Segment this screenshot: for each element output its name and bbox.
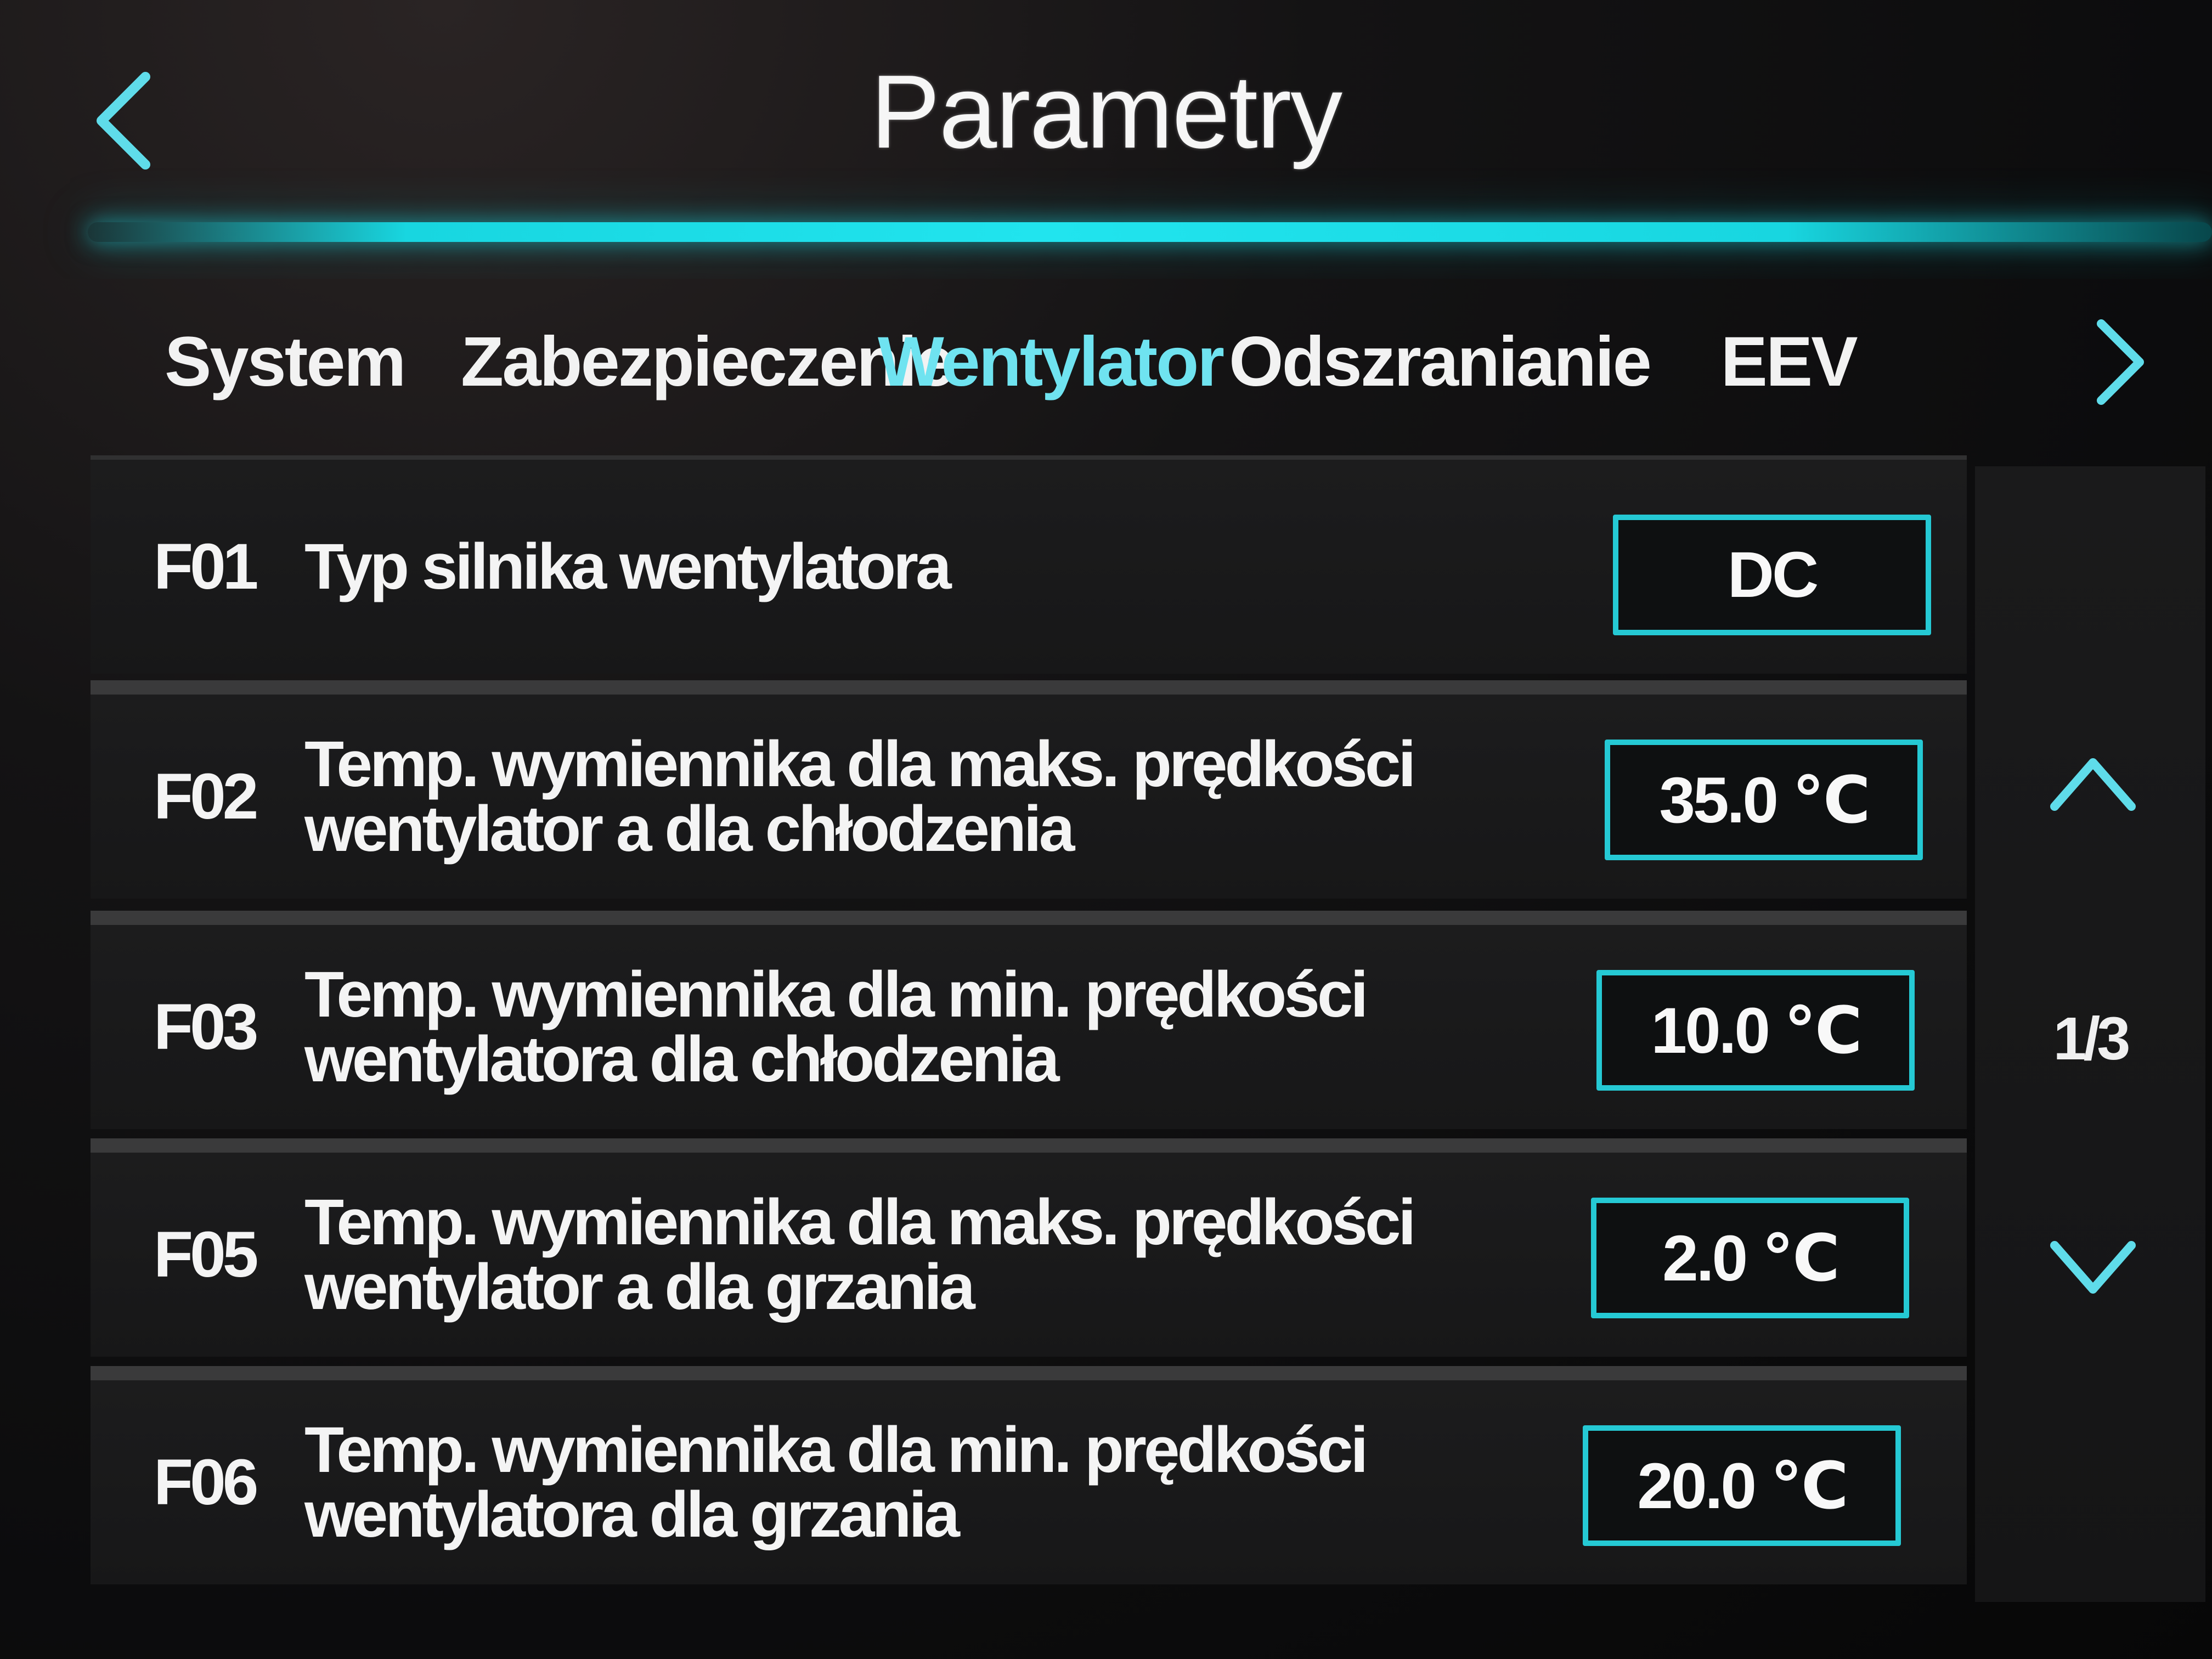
- parameter-label: Temp. wymiennika dla min. prędkości went…: [304, 1414, 1368, 1551]
- page-title: Parametry: [870, 54, 1342, 170]
- page-down-button[interactable]: [2044, 1234, 2142, 1306]
- parameter-label: Temp. wymiennika dla maks. prędkości wen…: [304, 728, 1416, 865]
- chevron-up-icon: [2050, 758, 2136, 811]
- parameter-row-f05: F05 Temp. wymiennika dla maks. prędkości…: [91, 1138, 1967, 1357]
- parameter-code: F01: [154, 531, 258, 603]
- parameter-label: Typ silnika wentylatora: [304, 531, 952, 603]
- parameter-code: F06: [154, 1446, 258, 1519]
- parameter-label: Temp. wymiennika dla min. prędkości went…: [304, 958, 1368, 1096]
- tabs-next-button[interactable]: [2079, 307, 2156, 417]
- chevron-right-icon: [2097, 319, 2144, 405]
- parameter-value-f03[interactable]: 10.0 ℃: [1596, 970, 1915, 1091]
- page-indicator: 1/3: [2053, 1005, 2131, 1073]
- chevron-down-icon: [2050, 1241, 2136, 1294]
- tab-odszranianie[interactable]: Odszranianie: [1229, 307, 1652, 417]
- screen: Parametry System Zabezpieczenie Wentylat…: [0, 0, 2212, 1659]
- parameter-value-f02[interactable]: 35.0 ℃: [1605, 740, 1923, 860]
- parameter-row-f02: F02 Temp. wymiennika dla maks. prędkości…: [91, 680, 1967, 899]
- parameter-row-f01: F01 Typ silnika wentylatora DC: [91, 455, 1967, 674]
- pager: 1/3: [1975, 466, 2205, 1602]
- parameter-code: F03: [154, 991, 258, 1063]
- tab-eev[interactable]: EEV: [1712, 307, 1865, 417]
- tab-wentylator[interactable]: Wentylator: [878, 307, 1224, 417]
- parameter-value-f05[interactable]: 2.0 ℃: [1591, 1198, 1909, 1318]
- tab-zabezpieczenie[interactable]: Zabezpieczenie: [461, 307, 955, 417]
- page-up-button[interactable]: [2044, 746, 2142, 817]
- parameter-label: Temp. wymiennika dla maks. prędkości wen…: [304, 1186, 1416, 1323]
- parameter-list: F01 Typ silnika wentylatora DC F02 Temp.…: [91, 455, 1967, 1607]
- tab-system[interactable]: System: [165, 307, 406, 417]
- parameter-value-f06[interactable]: 20.0 ℃: [1583, 1425, 1901, 1546]
- parameter-code: F02: [154, 760, 258, 833]
- parameter-row-f06: F06 Temp. wymiennika dla min. prędkości …: [91, 1366, 1967, 1584]
- parameter-value-f01[interactable]: DC: [1613, 515, 1931, 635]
- title-divider: [88, 222, 2212, 242]
- parameter-row-f03: F03 Temp. wymiennika dla min. prędkości …: [91, 911, 1967, 1129]
- parameter-code: F05: [154, 1218, 258, 1291]
